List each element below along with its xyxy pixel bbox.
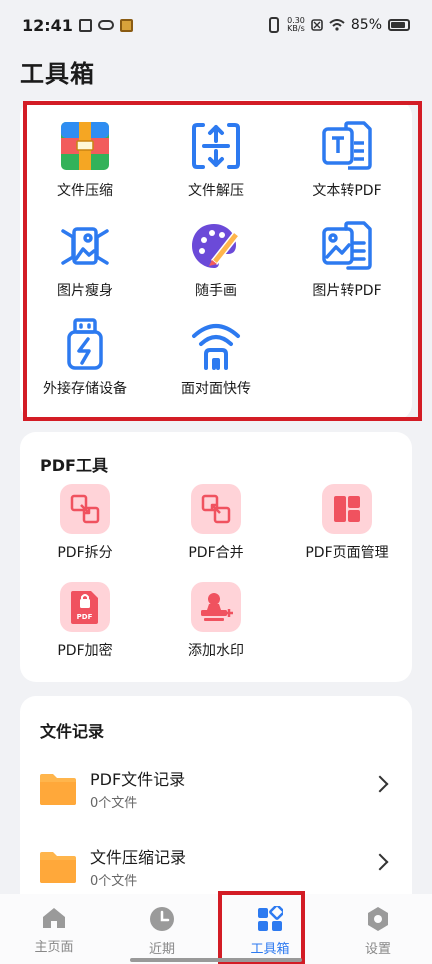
nav-label: 工具箱: [250, 942, 290, 957]
pdf-page-manage-tool[interactable]: PDF页面管理: [282, 484, 412, 562]
tool-face-to-face-share[interactable]: 面对面快传: [151, 318, 281, 398]
home-icon: [43, 908, 65, 928]
pdf-tool-label: PDF加密: [57, 643, 113, 659]
tool-freehand-draw[interactable]: 随手画: [151, 220, 281, 300]
tool-image-compress[interactable]: 图片瘦身: [20, 220, 150, 300]
tool-label: 文本转PDF: [312, 183, 382, 199]
pdf-page-manage-icon: [322, 484, 372, 534]
tool-external-storage[interactable]: 外接存储设备: [20, 318, 150, 398]
pdf-tool-label: PDF拆分: [57, 545, 113, 561]
network-speed: 0.30 KB/s: [287, 16, 305, 33]
palette-icon: [190, 220, 242, 272]
home-indicator: [130, 958, 302, 962]
pdf-tools-card: PDF工具 PDF拆分 PDF合并 PDF页面管理 PDF PDF加密 添加水印: [20, 432, 412, 682]
pdf-tool-label: PDF合并: [188, 545, 244, 561]
tool-label: 外接存储设备: [43, 381, 127, 397]
nav-recent[interactable]: 近期: [108, 894, 216, 964]
nav-home[interactable]: 主页面: [0, 894, 108, 964]
vibrate-icon: [269, 17, 280, 33]
wifi-icon: [329, 19, 345, 31]
tool-label: 随手画: [195, 283, 237, 299]
status-right: 0.30 KB/s 85%: [267, 17, 410, 33]
tool-image-to-pdf[interactable]: 图片转PDF: [282, 220, 412, 300]
pdf-encrypt-tool[interactable]: PDF PDF加密: [20, 582, 150, 660]
status-left: 12:41: [22, 16, 133, 35]
archive-icon: [59, 120, 111, 172]
pdf-split-tool[interactable]: PDF拆分: [20, 484, 150, 562]
tool-label: 文件解压: [188, 183, 244, 199]
pdf-tools-title: PDF工具: [40, 456, 108, 475]
pdf-merge-tool[interactable]: PDF合并: [151, 484, 281, 562]
page-title: 工具箱: [20, 60, 95, 88]
record-count: 0个文件: [90, 796, 138, 811]
battery-icon: [388, 19, 410, 31]
tool-label: 图片瘦身: [57, 283, 113, 299]
bottom-nav: 主页面 近期 工具箱 设置: [0, 894, 432, 964]
pdf-merge-icon: [191, 484, 241, 534]
pdf-split-icon: [60, 484, 110, 534]
pdf-badge-text: PDF: [77, 613, 93, 621]
tool-file-compress[interactable]: 文件压缩: [20, 120, 150, 200]
folder-icon: [40, 852, 76, 883]
record-title: 文件压缩记录: [90, 848, 187, 867]
settings-icon: [368, 907, 388, 931]
pdf-tool-label: PDF页面管理: [305, 545, 389, 561]
folder-icon: [40, 774, 76, 805]
chevron-right-icon: [371, 775, 389, 793]
no-sim-icon: [311, 19, 323, 31]
tool-label: 文件压缩: [57, 183, 113, 199]
clock-icon: [150, 907, 174, 931]
tool-label: 面对面快传: [181, 381, 251, 397]
photo-notification-icon: [119, 18, 133, 32]
app-badge-icon: [97, 20, 114, 30]
watermark-stamp-icon: [191, 582, 241, 632]
tools-card: 文件压缩 文件解压 文本转PDF 图片瘦身 随手画 图片转PDF 外接存储设备 …: [20, 100, 412, 420]
image-compress-icon: [59, 220, 111, 272]
toolbox-icon: [258, 906, 283, 931]
pdf-tool-label: 添加水印: [188, 643, 244, 659]
tool-text-to-pdf[interactable]: 文本转PDF: [282, 120, 412, 200]
file-records-card: 文件记录 PDF文件记录 0个文件 文件压缩记录 0个文件: [20, 696, 412, 896]
record-row-compress[interactable]: 文件压缩记录 0个文件: [20, 840, 412, 900]
nav-label: 主页面: [34, 940, 74, 955]
pdf-lock-icon: PDF: [60, 582, 110, 632]
notification-icon: [78, 18, 92, 32]
chevron-right-icon: [371, 853, 389, 871]
status-time: 12:41: [22, 15, 73, 35]
nav-toolbox[interactable]: 工具箱: [216, 894, 324, 964]
record-row-pdf[interactable]: PDF文件记录 0个文件: [20, 762, 412, 822]
nav-label: 近期: [148, 942, 175, 957]
status-bar: 12:41 0.30 KB/s 85%: [0, 0, 432, 50]
record-title: PDF文件记录: [90, 770, 186, 789]
nav-label: 设置: [364, 942, 391, 957]
image-to-pdf-icon: [321, 220, 373, 272]
record-count: 0个文件: [90, 874, 138, 889]
add-watermark-tool[interactable]: 添加水印: [151, 582, 281, 660]
tool-label: 图片转PDF: [312, 283, 382, 299]
nav-settings[interactable]: 设置: [324, 894, 432, 964]
usb-icon: [59, 318, 111, 370]
file-records-title: 文件记录: [40, 722, 105, 741]
battery-percent: 85%: [350, 17, 382, 33]
text-to-pdf-icon: [321, 120, 373, 172]
tool-file-unzip[interactable]: 文件解压: [151, 120, 281, 200]
unzip-icon: [190, 120, 242, 172]
wifi-share-icon: [190, 318, 242, 370]
